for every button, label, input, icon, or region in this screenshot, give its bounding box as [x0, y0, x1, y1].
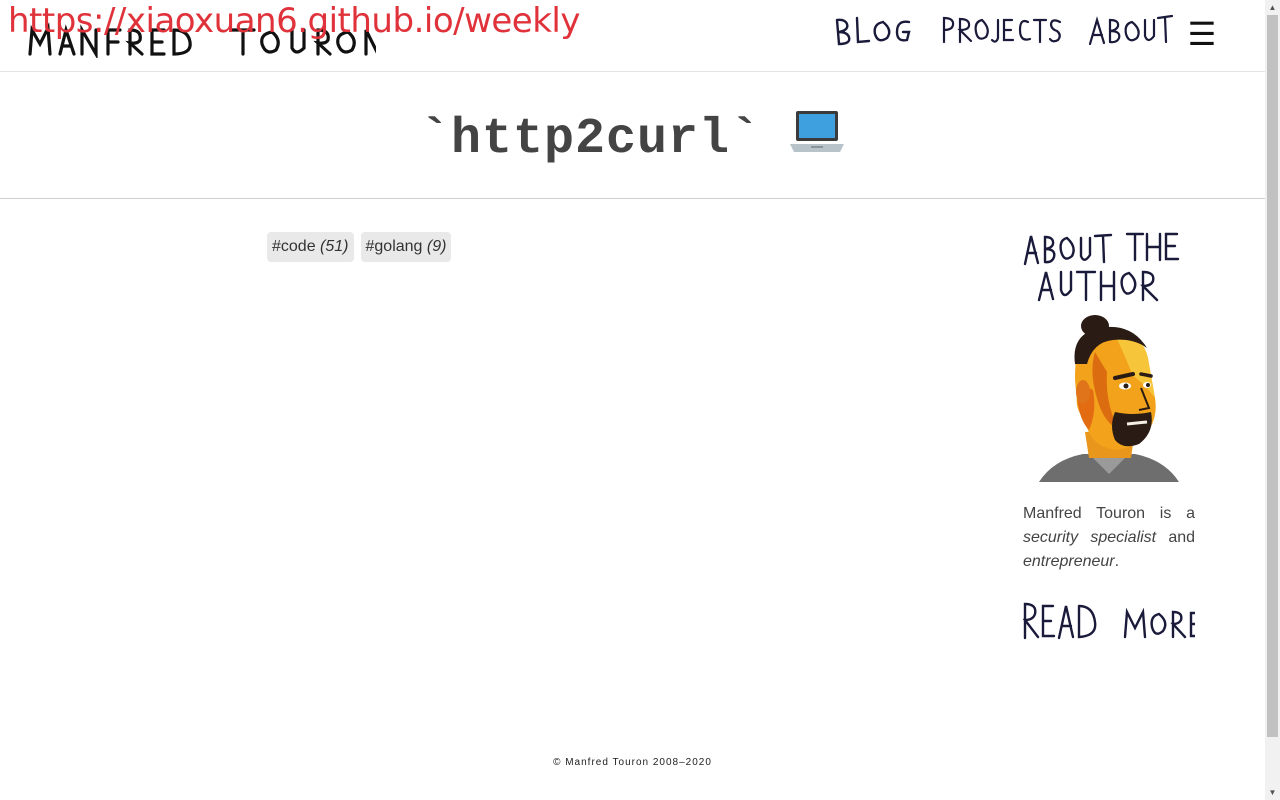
bio-role: security specialist [1023, 529, 1157, 546]
laptop-icon [789, 108, 845, 172]
read-more-link[interactable] [1023, 598, 1195, 642]
url-overlay-text: https://xiaoxuan6.github.io/weekly [8, 1, 580, 41]
site-footer: © Manfred Touron 2008–2020 [553, 757, 712, 768]
bio-role: entrepreneur [1023, 553, 1115, 570]
nav-projects-link[interactable] [940, 10, 1062, 50]
bio-text: Manfred Touron is a [1023, 505, 1195, 522]
title-band: `http2curl` [0, 72, 1265, 199]
nav-about-handwritten [1088, 14, 1174, 46]
vertical-scrollbar[interactable]: ▲ ▼ [1265, 0, 1280, 800]
bio-text: . [1114, 553, 1120, 570]
tag-name: #golang [365, 238, 423, 255]
tag-golang[interactable]: #golang (9) [360, 232, 452, 262]
bio-text: and [1156, 529, 1196, 546]
hamburger-menu-icon[interactable]: ☰ [1186, 17, 1218, 51]
nav-about-link[interactable] [1088, 10, 1174, 50]
scroll-down-arrow-icon[interactable]: ▼ [1265, 785, 1280, 800]
site-header: https://xiaoxuan6.github.io/weekly ☰ [0, 0, 1265, 72]
tag-count: (51) [320, 238, 349, 255]
author-bio: Manfred Touron is a security specialist … [1023, 502, 1195, 574]
tag-list: #code (51) #golang (9) [267, 232, 452, 262]
tag-name: #code [272, 238, 316, 255]
about-author-heading [1023, 232, 1180, 302]
nav-projects-handwritten [942, 16, 1062, 44]
scroll-up-arrow-icon[interactable]: ▲ [1265, 0, 1280, 15]
page-title: `http2curl` [0, 108, 1265, 172]
nav-blog-handwritten [835, 16, 911, 46]
tag-code[interactable]: #code (51) [267, 232, 354, 262]
author-avatar-illustration [1039, 315, 1179, 482]
about-author-sidebar: Manfred Touron is a security specialist … [1023, 226, 1195, 642]
scrollbar-thumb[interactable] [1267, 15, 1278, 737]
nav-blog-link[interactable] [833, 10, 913, 50]
page-title-text: `http2curl` [419, 111, 762, 168]
tag-count: (9) [426, 238, 447, 255]
page-viewport: https://xiaoxuan6.github.io/weekly ☰ `ht… [0, 0, 1265, 800]
